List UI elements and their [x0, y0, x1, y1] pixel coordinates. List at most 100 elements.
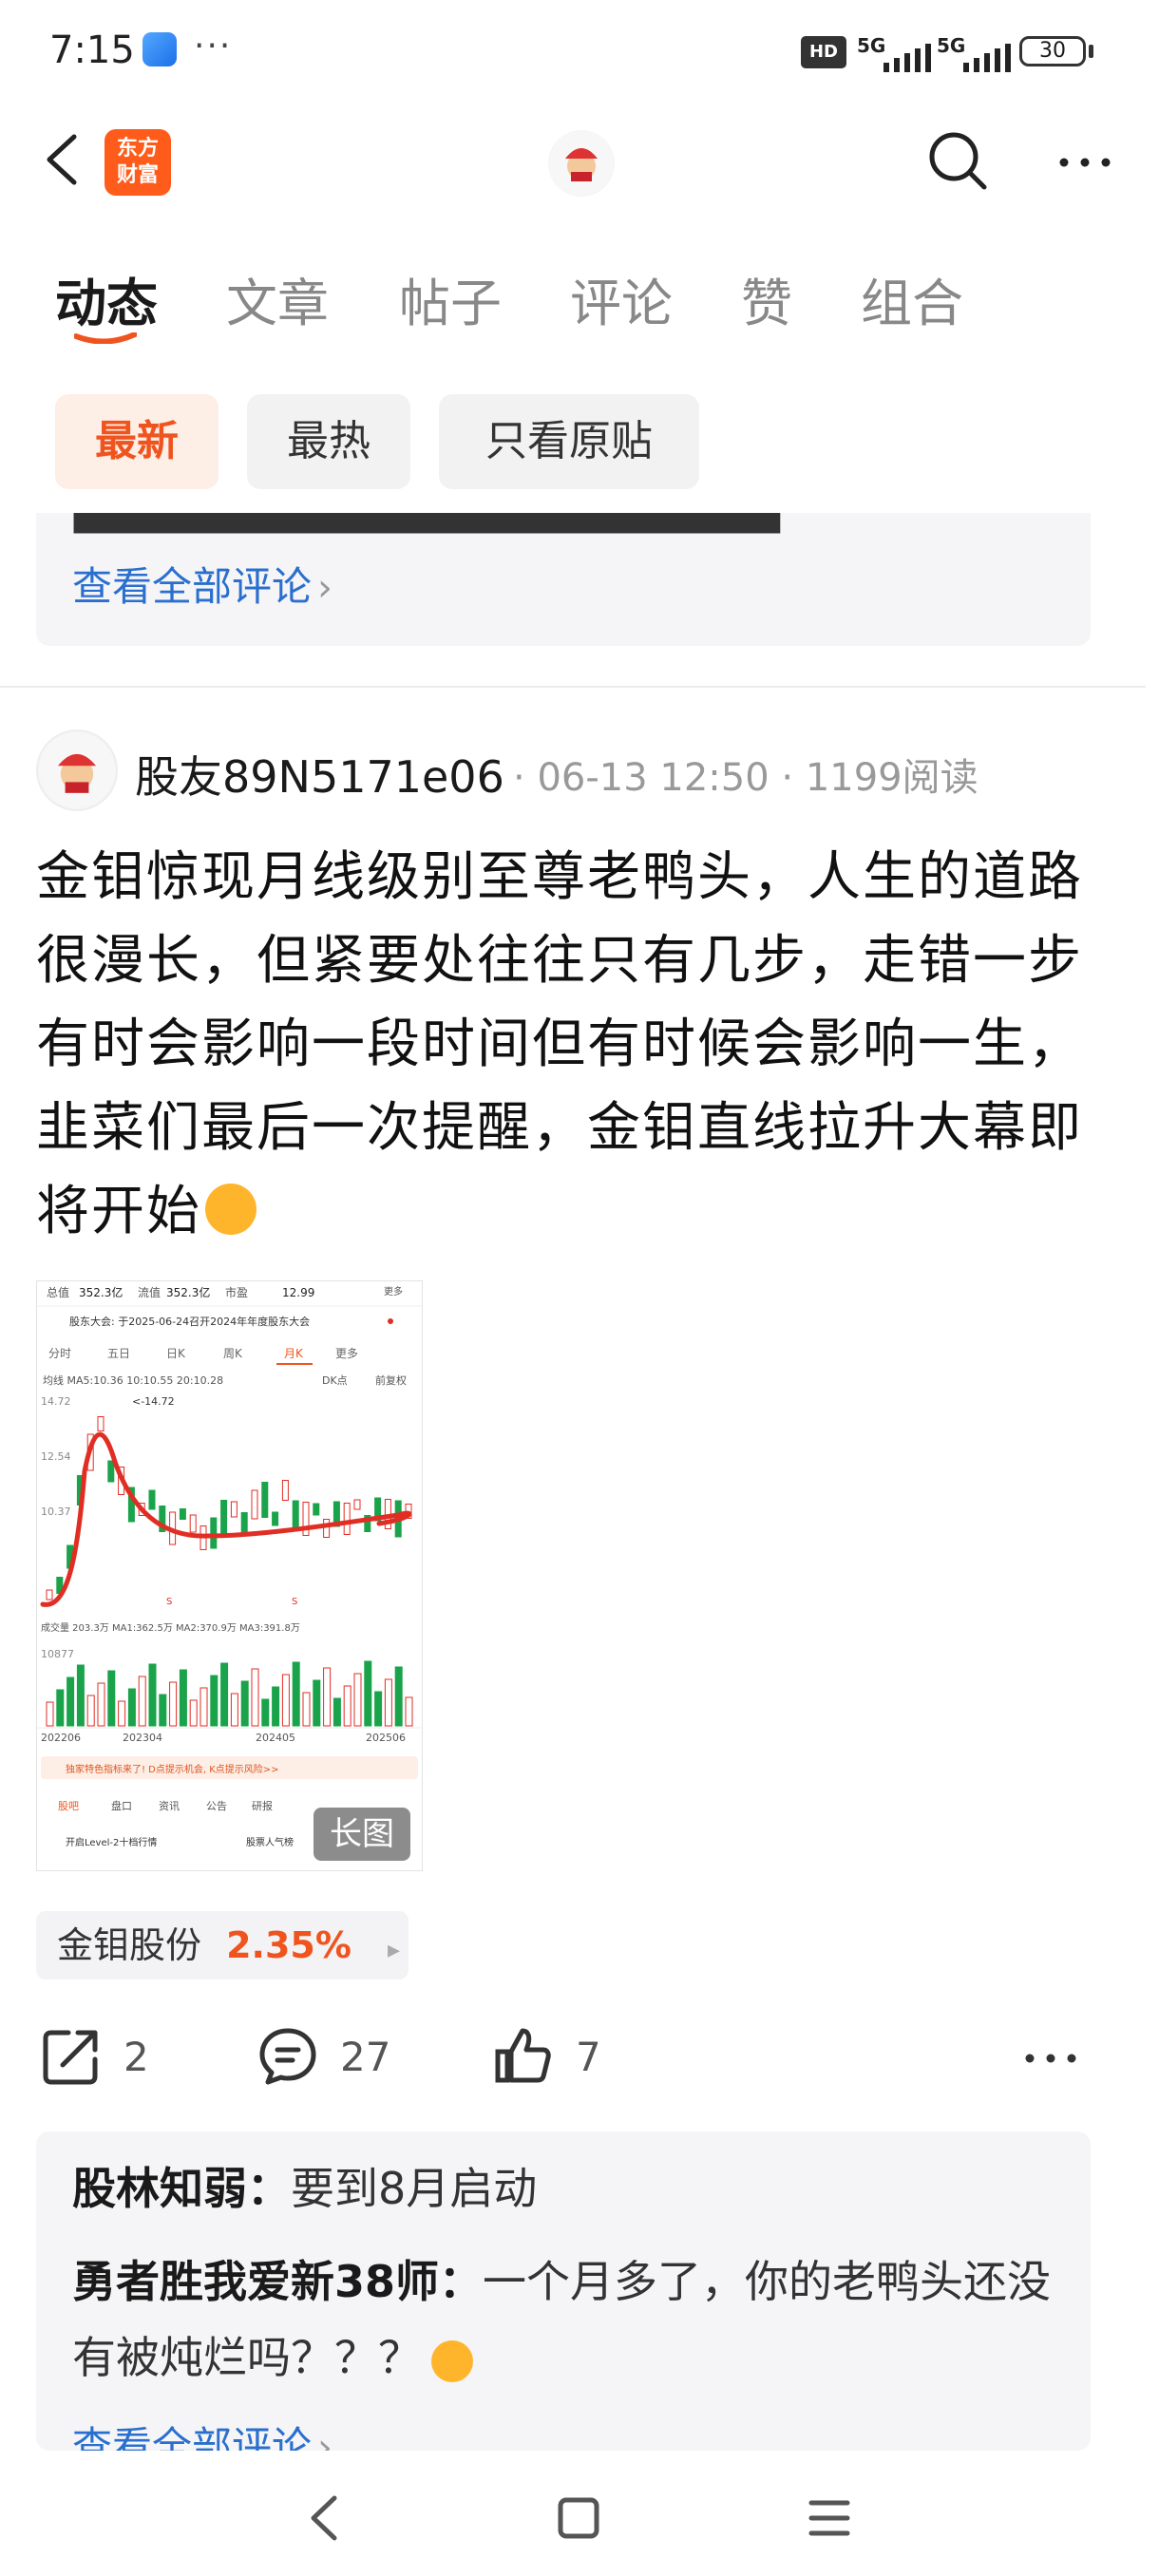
volume-bar	[46, 1701, 54, 1727]
svg-text:前复权: 前复权	[375, 1373, 407, 1387]
svg-text:开启Level-2十档行情: 开启Level-2十档行情	[66, 1836, 157, 1848]
candle	[107, 1460, 115, 1483]
svg-text:10877: 10877	[41, 1648, 74, 1660]
user-avatar-icon[interactable]	[548, 130, 615, 197]
volume-bar	[76, 1664, 85, 1727]
svg-text:盘口: 盘口	[111, 1799, 132, 1812]
candle	[210, 1517, 218, 1549]
volume-bar	[56, 1689, 65, 1727]
svg-text:202304: 202304	[123, 1732, 162, 1744]
svg-text:12.99: 12.99	[282, 1286, 314, 1299]
volume-bar	[374, 1691, 383, 1727]
candle	[251, 1489, 258, 1520]
svg-text:五日: 五日	[107, 1347, 130, 1360]
tab-dynamic[interactable]: 动态	[55, 261, 158, 336]
svg-text:分时: 分时	[48, 1347, 71, 1360]
author-name[interactable]: 股友89N5171e06	[135, 743, 504, 805]
volume-bar	[272, 1686, 280, 1727]
share-icon	[43, 2030, 98, 2085]
volume-bar	[353, 1673, 362, 1727]
view-all-comments-link[interactable]: 查看全部评论 ›	[72, 555, 332, 613]
volume-bar	[384, 1678, 392, 1727]
candle	[230, 1501, 238, 1518]
candle	[148, 1489, 156, 1510]
search-icon[interactable]	[923, 126, 992, 195]
volume-bar	[251, 1668, 259, 1727]
volume-bar	[66, 1676, 75, 1727]
volume-bar	[200, 1687, 208, 1727]
stock-tag[interactable]: 金钼股份 2.35% ▸	[36, 1911, 408, 1979]
back-arrow-icon[interactable]	[40, 131, 87, 188]
svg-text:总值: 总值	[47, 1285, 69, 1299]
thumbs-up-icon	[495, 2028, 551, 2083]
volume-bar	[210, 1675, 218, 1727]
candle	[46, 1589, 53, 1601]
filter-original-only[interactable]: 只看原贴	[439, 394, 699, 489]
notification-app-icon	[142, 32, 177, 66]
svg-text:流值: 流值	[138, 1285, 161, 1299]
tab-comments[interactable]: 评论	[570, 261, 673, 336]
volume-bar	[107, 1670, 116, 1727]
candle	[272, 1511, 279, 1526]
like-button[interactable]: 7	[492, 2023, 601, 2090]
status-more: ···	[194, 27, 233, 66]
tab-portfolio[interactable]: 组合	[861, 261, 963, 336]
svg-text:股吧: 股吧	[58, 1800, 79, 1812]
svg-text:10.37: 10.37	[41, 1506, 71, 1518]
comment-item: 股林知弱：要到8月启动	[72, 2163, 538, 2214]
comment-item: 勇者胜我爱新38师：一个月多了，你的老鸭头还没有被炖烂吗？？？	[72, 2256, 1052, 2383]
volume-bar	[118, 1700, 126, 1727]
volume-bar	[189, 1699, 198, 1727]
active-tab-indicator	[74, 332, 137, 344]
candle	[343, 1503, 351, 1535]
svg-text:更多: 更多	[384, 1285, 403, 1297]
svg-text:12.54: 12.54	[41, 1450, 71, 1463]
share-button[interactable]: 2	[40, 2023, 149, 2090]
chart-ma-line: 均线 MA5:10.36 10:10.55 20:10.28	[43, 1373, 223, 1387]
svg-text:资讯: 资讯	[159, 1800, 180, 1812]
svg-text:202506: 202506	[366, 1732, 406, 1744]
comment-button[interactable]: 27	[256, 2023, 390, 2090]
comments-preview[interactable]: 股林知弱：要到8月启动 勇者胜我爱新38师：一个月多了，你的老鸭头还没有被炖烂吗…	[36, 2131, 1091, 2451]
tab-articles[interactable]: 文章	[226, 261, 329, 336]
volume-bar	[281, 1674, 290, 1727]
volume-bar	[364, 1660, 372, 1727]
battery-indicator: 30	[1019, 36, 1086, 66]
volume-bar	[138, 1676, 146, 1727]
volume-bar	[343, 1685, 352, 1727]
nav-home-icon[interactable]	[557, 2496, 600, 2540]
volume-bar	[240, 1680, 249, 1727]
volume-bar	[261, 1698, 270, 1727]
hd-badge: HD	[801, 36, 846, 68]
svg-text:日K: 日K	[166, 1347, 186, 1360]
svg-text:独家特色指标来了! D点提示机会, K点提示风险>>: 独家特色指标来了! D点提示机会, K点提示风险>>	[66, 1763, 279, 1775]
clipped-comment-text: ▇▇▇▇▇▇▇▇▇▇▇▇▇▇▇▇▇▇▇▇▇▇▇	[74, 513, 780, 533]
volume-bar	[394, 1666, 403, 1727]
thinking-emoji-icon	[431, 2339, 473, 2382]
post-more-icon[interactable]	[1022, 2044, 1079, 2073]
nav-back-icon[interactable]	[306, 2494, 344, 2542]
tab-likes[interactable]: 赞	[741, 261, 792, 336]
volume-bar	[169, 1681, 178, 1727]
author-avatar-icon[interactable]	[36, 729, 118, 811]
stock-arrow-icon: ▸	[388, 1936, 401, 1964]
volume-bar	[292, 1661, 300, 1727]
chart-top-row: 总值 352.3亿 流值 352.3亿 市盈 12.99 更多	[47, 1285, 403, 1299]
volume-bar	[405, 1696, 413, 1727]
volume-bar	[159, 1694, 167, 1727]
view-all-comments-link-2[interactable]: 查看全部评论 ›	[72, 2415, 332, 2451]
nav-menu-icon[interactable]	[808, 2498, 851, 2538]
filter-latest[interactable]: 最新	[55, 394, 218, 489]
filter-hottest[interactable]: 最热	[247, 394, 410, 489]
svg-text:<-14.72: <-14.72	[132, 1395, 175, 1408]
tab-posts[interactable]: 帖子	[399, 261, 502, 336]
svg-text:DK点: DK点	[322, 1374, 348, 1387]
svg-text:市盈: 市盈	[225, 1285, 248, 1299]
svg-text:S: S	[166, 1597, 172, 1607]
post-image-kline-chart[interactable]: 总值 352.3亿 流值 352.3亿 市盈 12.99 更多 股东大会: 于2…	[36, 1280, 423, 1871]
stock-change: 2.35%	[226, 1924, 352, 1966]
eastmoney-logo: 东方 财富	[104, 129, 171, 196]
chart-period-tabs: 分时 五日 日K 周K 月K 更多	[48, 1347, 358, 1360]
chart-date-axis: 202206 202304 202405 202506	[41, 1732, 406, 1744]
more-options-icon[interactable]	[1056, 148, 1113, 177]
